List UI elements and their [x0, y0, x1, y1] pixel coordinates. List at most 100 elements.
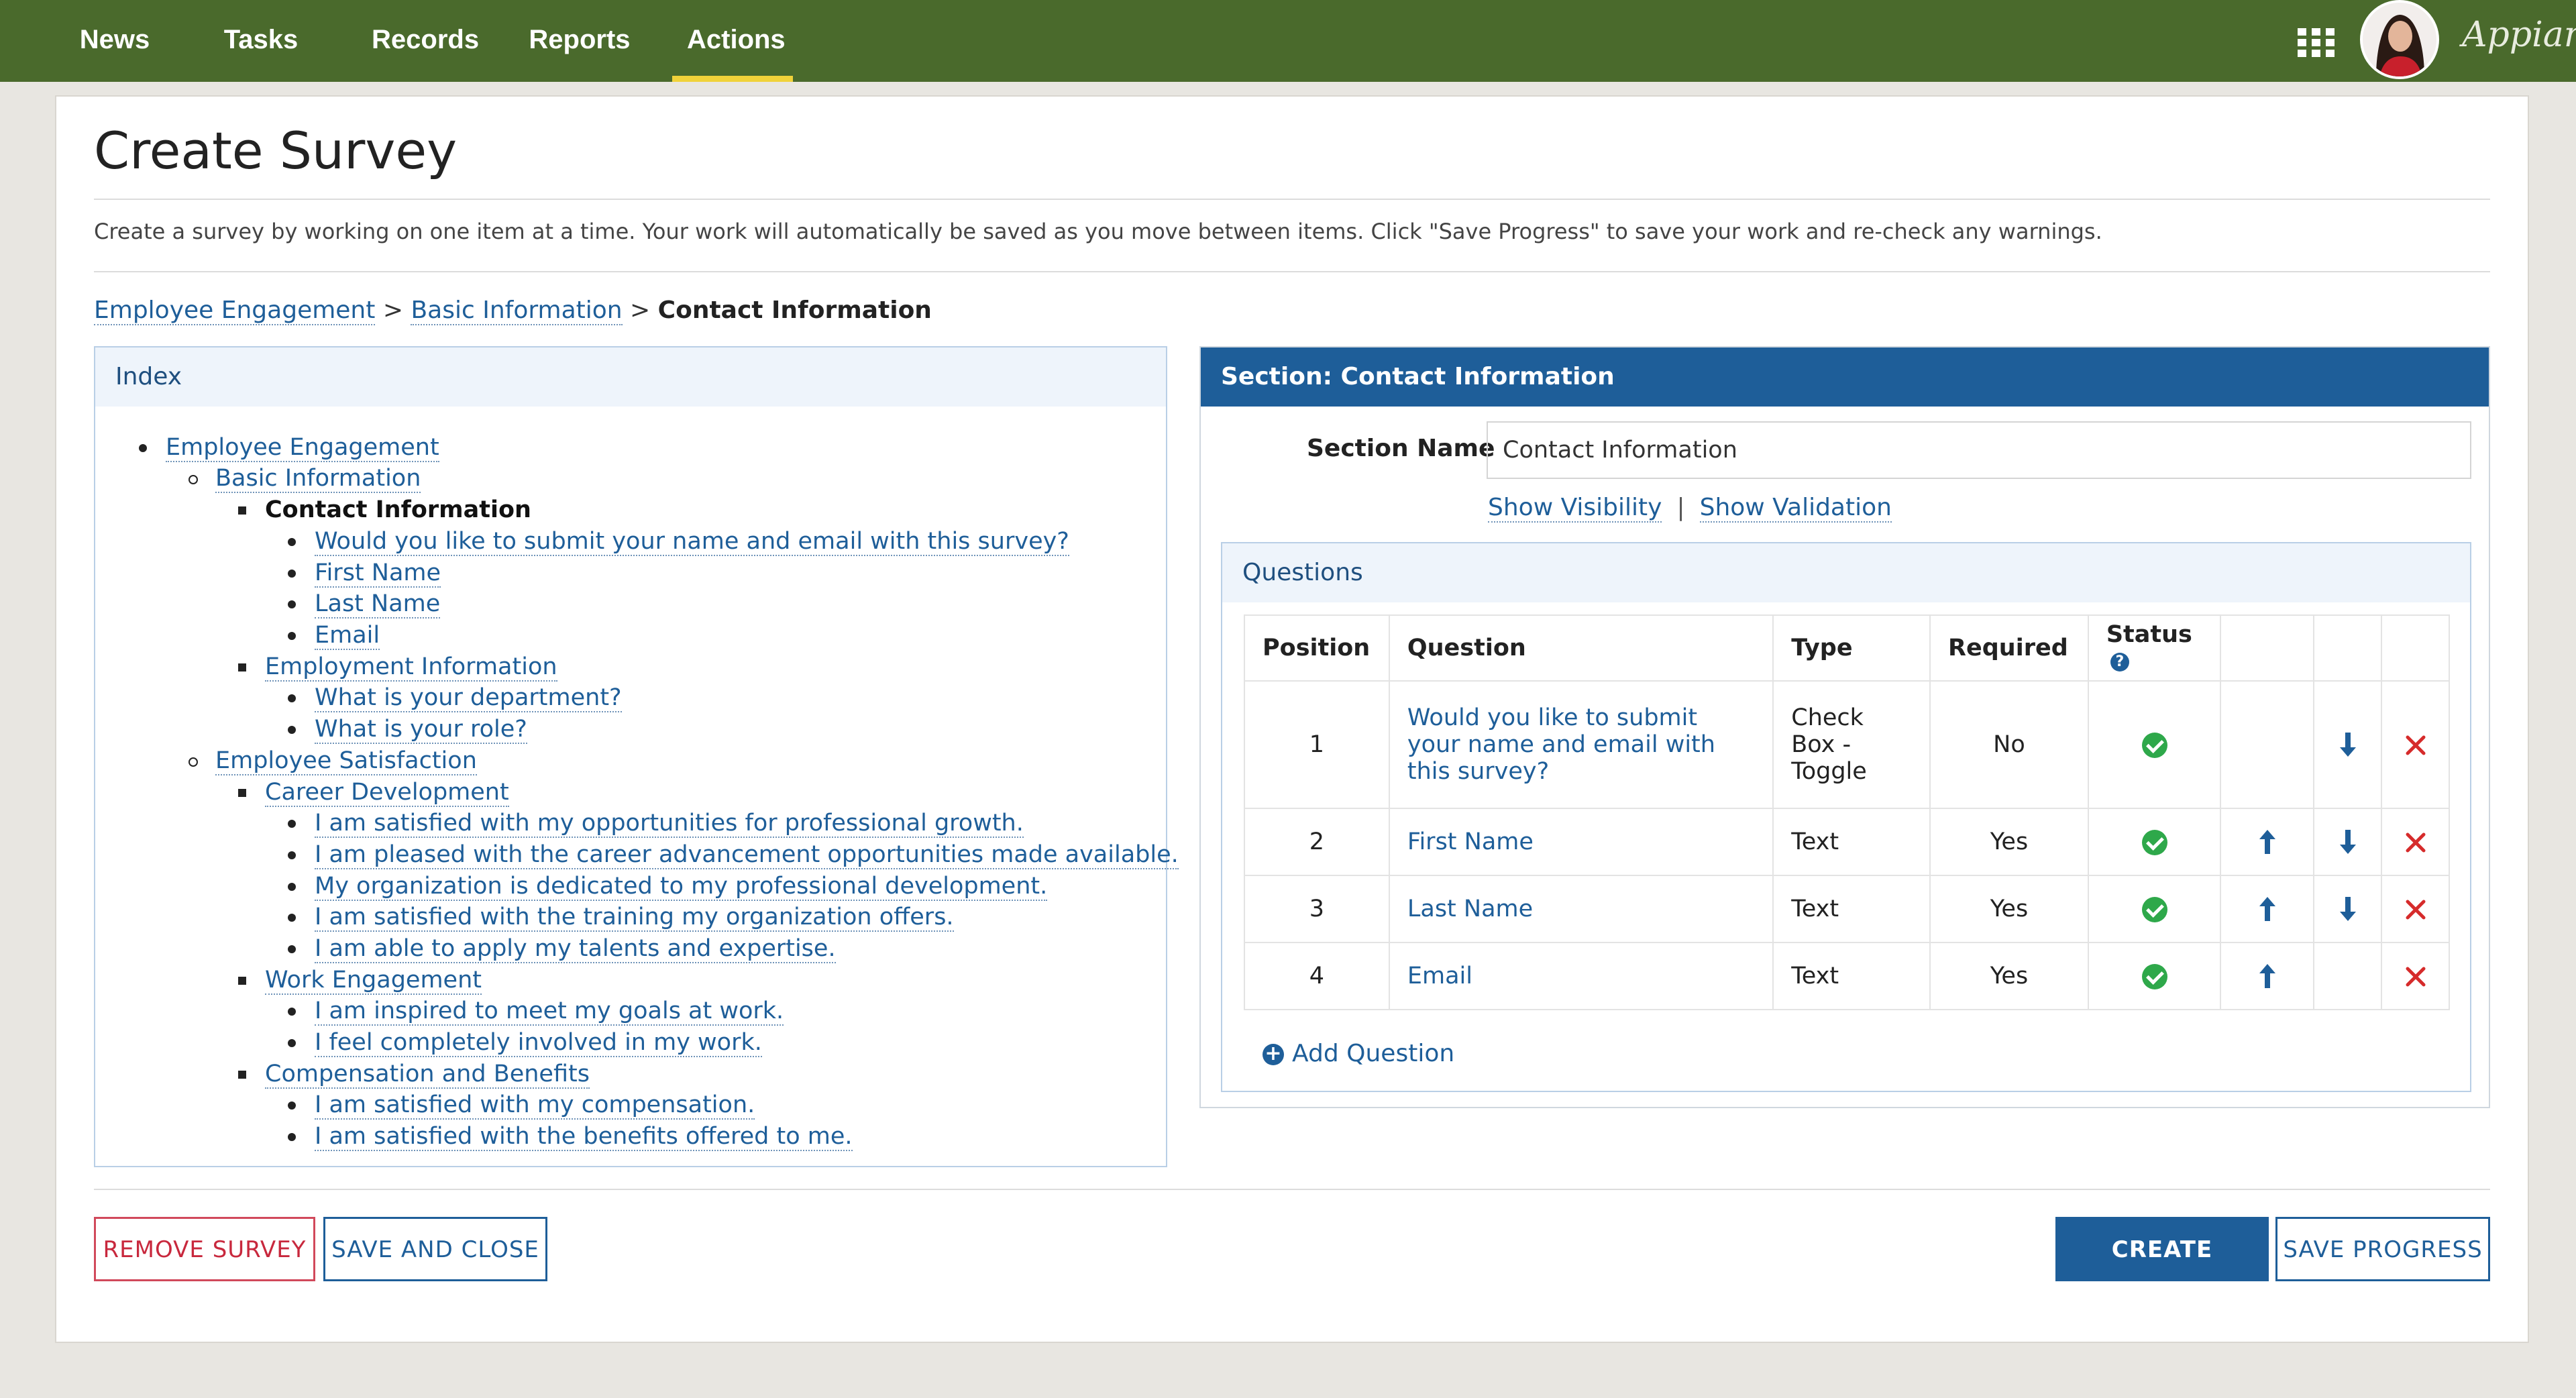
row-type: Text — [1772, 808, 1931, 876]
index-item[interactable]: First Name — [287, 557, 441, 588]
table-row: 1 Would you like to submit your name and… — [1244, 680, 2450, 809]
section-name-input[interactable]: Contact Information — [1487, 421, 2471, 479]
add-question-button[interactable]: + Add Question — [1263, 1040, 1454, 1067]
section-header: Section: Contact Information — [1201, 347, 2489, 407]
table-header-row: Position Question Type Required Status? — [1244, 614, 2450, 682]
index-item[interactable]: Last Name — [287, 588, 441, 619]
index-item[interactable]: Would you like to submit your name and e… — [288, 526, 1069, 557]
index-header: Index — [95, 347, 1166, 407]
show-visibility-link[interactable]: Show Visibility — [1488, 494, 1662, 523]
row-move-down[interactable] — [2313, 680, 2383, 809]
question-link[interactable]: Last Name — [1407, 896, 1533, 922]
row-delete[interactable] — [2381, 942, 2450, 1010]
index-item[interactable]: I am able to apply my talents and expert… — [288, 933, 836, 964]
index-item[interactable]: What is your department? — [288, 682, 622, 713]
breadcrumb-employee-engagement[interactable]: Employee Engagement — [94, 297, 376, 325]
close-icon[interactable] — [2404, 831, 2427, 854]
index-item[interactable]: Work Engagement — [238, 965, 482, 996]
row-position: 3 — [1244, 875, 1390, 943]
remove-survey-button[interactable]: REMOVE SURVEY — [94, 1217, 315, 1281]
user-avatar[interactable] — [2360, 0, 2439, 79]
index-item[interactable]: Basic Information — [188, 463, 421, 494]
index-item[interactable]: Employment Information — [238, 651, 557, 682]
help-icon[interactable]: ? — [2110, 653, 2129, 671]
tab-tasks[interactable]: Tasks (1) — [191, 0, 331, 133]
index-item[interactable]: I feel completely involved in my work. — [288, 1027, 762, 1058]
breadcrumb-separator: > — [630, 297, 651, 324]
index-item[interactable]: Employee Engagement — [139, 432, 439, 463]
index-item[interactable]: Email — [287, 620, 380, 651]
table-row: 3 Last Name Text Yes — [1244, 875, 2450, 943]
arrow-up-icon[interactable] — [2254, 827, 2281, 857]
intro-text: Create a survey by working on one item a… — [94, 219, 2102, 244]
divider — [94, 271, 2490, 272]
close-icon[interactable] — [2404, 898, 2427, 921]
index-item[interactable]: Compensation and Benefits — [238, 1059, 590, 1089]
create-survey-button[interactable]: CREATE SURVEY — [2055, 1217, 2269, 1325]
arrow-down-icon[interactable] — [2334, 827, 2361, 857]
row-question[interactable]: Email — [1388, 942, 1774, 1010]
tab-actions[interactable]: Actions — [672, 0, 793, 82]
arrow-down-icon[interactable] — [2334, 894, 2361, 924]
questions-panel: Questions Position Question Type Require… — [1221, 542, 2471, 1092]
app-launcher-icon[interactable] — [2298, 28, 2335, 58]
row-delete[interactable] — [2381, 808, 2450, 876]
index-item[interactable]: I am inspired to meet my goals at work. — [287, 996, 784, 1026]
close-icon[interactable] — [2404, 965, 2427, 988]
page-title: Create Survey — [94, 121, 458, 180]
index-item[interactable]: Employee Satisfaction — [189, 745, 477, 776]
row-required: Yes — [1929, 942, 2089, 1010]
column-status-label: Status — [2106, 621, 2192, 648]
row-question[interactable]: Would you like to submit your name and e… — [1388, 680, 1774, 809]
row-position: 1 — [1244, 680, 1390, 809]
table-row: 4 Email Text Yes — [1244, 942, 2450, 1010]
breadcrumb-current: Contact Information — [657, 297, 932, 324]
index-item[interactable]: What is your role? — [288, 714, 527, 745]
index-item[interactable]: I am satisfied with my compensation. — [287, 1089, 755, 1120]
row-question[interactable]: First Name — [1388, 808, 1774, 876]
arrow-up-icon[interactable] — [2254, 961, 2281, 991]
row-move-up[interactable] — [2220, 942, 2315, 1010]
index-item[interactable]: I am satisfied with my opportunities for… — [288, 808, 1024, 839]
row-question[interactable]: Last Name — [1388, 875, 1774, 943]
column-question: Question — [1388, 614, 1774, 682]
arrow-up-icon[interactable] — [2254, 894, 2281, 924]
question-link[interactable]: Would you like to submit your name and e… — [1407, 704, 1715, 785]
row-move-down[interactable] — [2313, 875, 2383, 943]
index-item[interactable]: I am satisfied with the benefits offered… — [288, 1121, 853, 1152]
row-move-up[interactable] — [2220, 808, 2315, 876]
row-move-down[interactable] — [2313, 808, 2383, 876]
check-circle-icon — [2141, 897, 2167, 922]
check-circle-icon — [2141, 733, 2167, 758]
column-move-up — [2220, 614, 2315, 682]
index-item[interactable]: I am pleased with the career advancement… — [288, 839, 1179, 870]
row-status — [2087, 808, 2222, 876]
row-delete[interactable] — [2381, 680, 2450, 809]
question-link[interactable]: First Name — [1407, 828, 1534, 855]
index-item[interactable]: My organization is dedicated to my profe… — [287, 871, 1048, 902]
arrow-down-icon[interactable] — [2334, 730, 2361, 759]
column-type: Type — [1772, 614, 1931, 682]
question-link[interactable]: Email — [1407, 963, 1472, 989]
row-type: Check Box - Toggle — [1772, 680, 1931, 809]
tab-records[interactable]: Records — [357, 0, 488, 82]
tab-news[interactable]: News — [64, 0, 165, 82]
column-position: Position — [1244, 614, 1390, 682]
index-item[interactable]: I am satisfied with the training my orga… — [288, 902, 954, 932]
row-required: Yes — [1929, 808, 2089, 876]
questions-header: Questions — [1222, 543, 2470, 602]
save-progress-button[interactable]: SAVE PROGRESS — [2275, 1217, 2490, 1281]
row-status — [2087, 942, 2222, 1010]
close-icon[interactable] — [2404, 734, 2427, 757]
save-and-close-button[interactable]: SAVE AND CLOSE — [323, 1217, 547, 1281]
table-row: 2 First Name Text Yes — [1244, 808, 2450, 876]
row-move-up[interactable] — [2220, 875, 2315, 943]
row-delete[interactable] — [2381, 875, 2450, 943]
index-item[interactable]: Career Development — [238, 777, 509, 808]
breadcrumb-basic-information[interactable]: Basic Information — [411, 297, 623, 325]
show-validation-link[interactable]: Show Validation — [1699, 494, 1892, 523]
row-move-down — [2313, 942, 2383, 1010]
row-required: No — [1929, 680, 2089, 809]
tab-reports[interactable]: Reports — [514, 0, 645, 82]
row-type: Text — [1772, 875, 1931, 943]
